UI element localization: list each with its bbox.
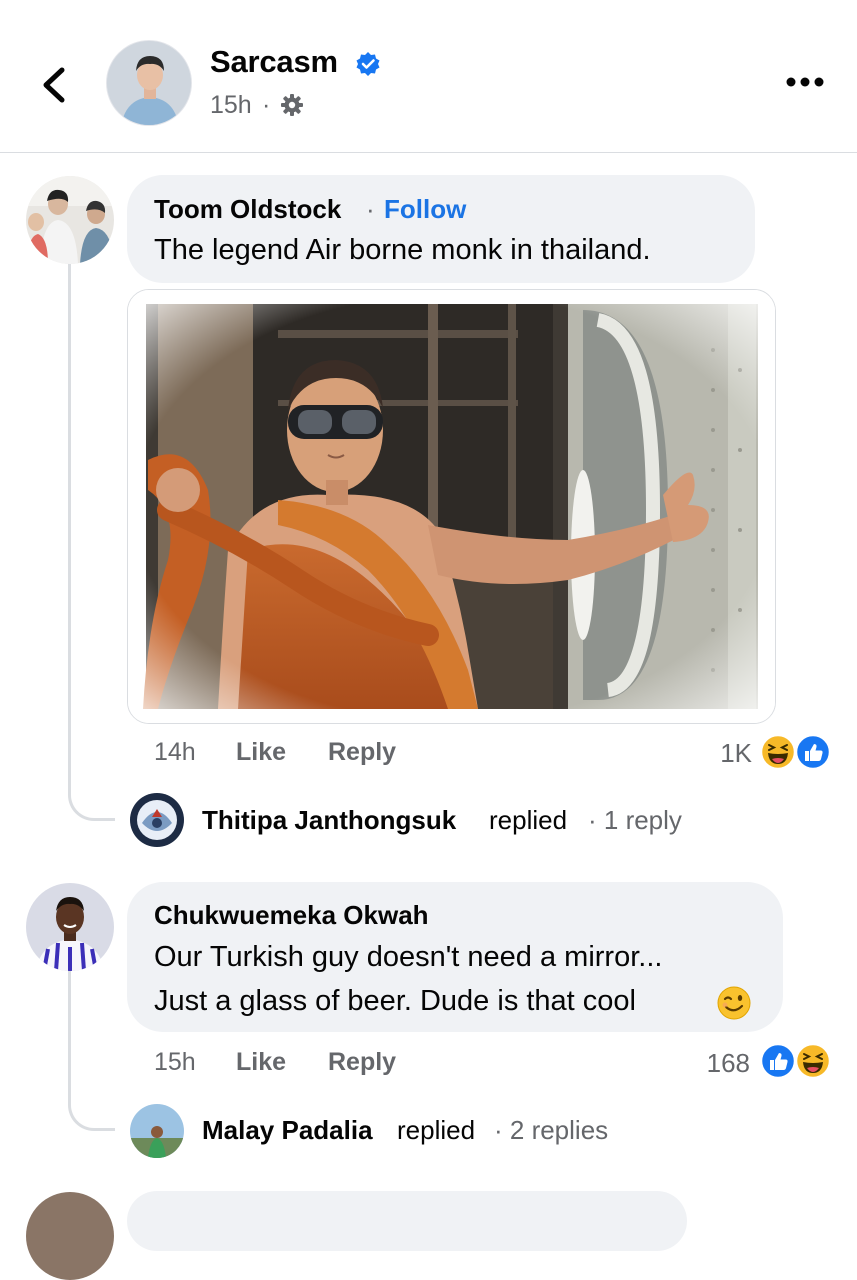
reply-avatar[interactable] [130,793,184,847]
more-options-button[interactable] [784,70,826,94]
page-avatar[interactable] [106,40,192,126]
comment-text: The legend Air borne monk in thailand. [154,234,651,266]
reaction-count[interactable]: 168 [690,1048,750,1079]
comment-author[interactable]: Chukwuemeka Okwah [154,900,429,931]
verified-badge-icon [355,51,381,77]
like-button[interactable]: Like [236,1048,286,1077]
reaction-icons[interactable] [759,733,833,771]
comment-time: 14h [154,738,196,766]
reply-avatar[interactable] [130,1104,184,1158]
view-replies-link[interactable]: · 2 replies [494,1115,608,1146]
comment-author[interactable]: Toom Oldstock [154,194,341,225]
gear-icon [280,93,304,117]
page-avatar-image [107,41,191,125]
haha-reaction-icon [794,1042,832,1080]
like-button[interactable]: Like [236,738,286,767]
follow-button[interactable]: Follow [384,194,466,225]
thread-connector [68,1068,115,1131]
haha-reaction-icon [759,733,797,771]
avatar-image [26,883,114,971]
thread-line [68,970,71,1070]
thread-line [68,262,71,762]
comment-photo[interactable] [127,289,776,724]
more-dots-icon [786,77,824,87]
post-time: 15h [210,91,252,119]
like-reaction-icon [794,733,832,771]
reply-author[interactable]: Malay Padalia [202,1115,373,1146]
reply-button[interactable]: Reply [328,1048,396,1077]
commenter-avatar[interactable] [26,176,114,264]
reply-button[interactable]: Reply [328,738,396,767]
reply-author[interactable]: Thitipa Janthongsuk [202,805,456,836]
reply-verb: replied [489,805,568,835]
like-reaction-icon [759,1042,797,1080]
page-name[interactable]: Sarcasm [210,44,338,80]
avatar-image [130,793,184,847]
back-button[interactable] [36,62,76,108]
commenter-avatar[interactable] [26,1192,114,1280]
reply-verb: replied [397,1115,476,1145]
time-separator: · [262,91,271,119]
thread-connector [68,760,115,821]
avatar-image [26,176,114,264]
comment-bubble [127,1191,687,1251]
wink-emoji-icon [716,985,752,1021]
view-replies-link[interactable]: · 1 reply [588,805,682,836]
comment-time: 15h [154,1048,196,1076]
comment-text-line2: Just a glass of beer. Dude is that cool [154,985,636,1017]
avatar-image [130,1104,184,1158]
header-divider [0,152,857,153]
commenter-avatar[interactable] [26,883,114,971]
reaction-icons[interactable] [759,1042,833,1080]
chevron-left-icon [43,67,65,103]
monk-airplane-photo [128,290,775,723]
reaction-count[interactable]: 1K [690,738,752,769]
comment-text-line1: Our Turkish guy doesn't need a mirror... [154,941,663,973]
follow-separator: · [366,194,375,224]
